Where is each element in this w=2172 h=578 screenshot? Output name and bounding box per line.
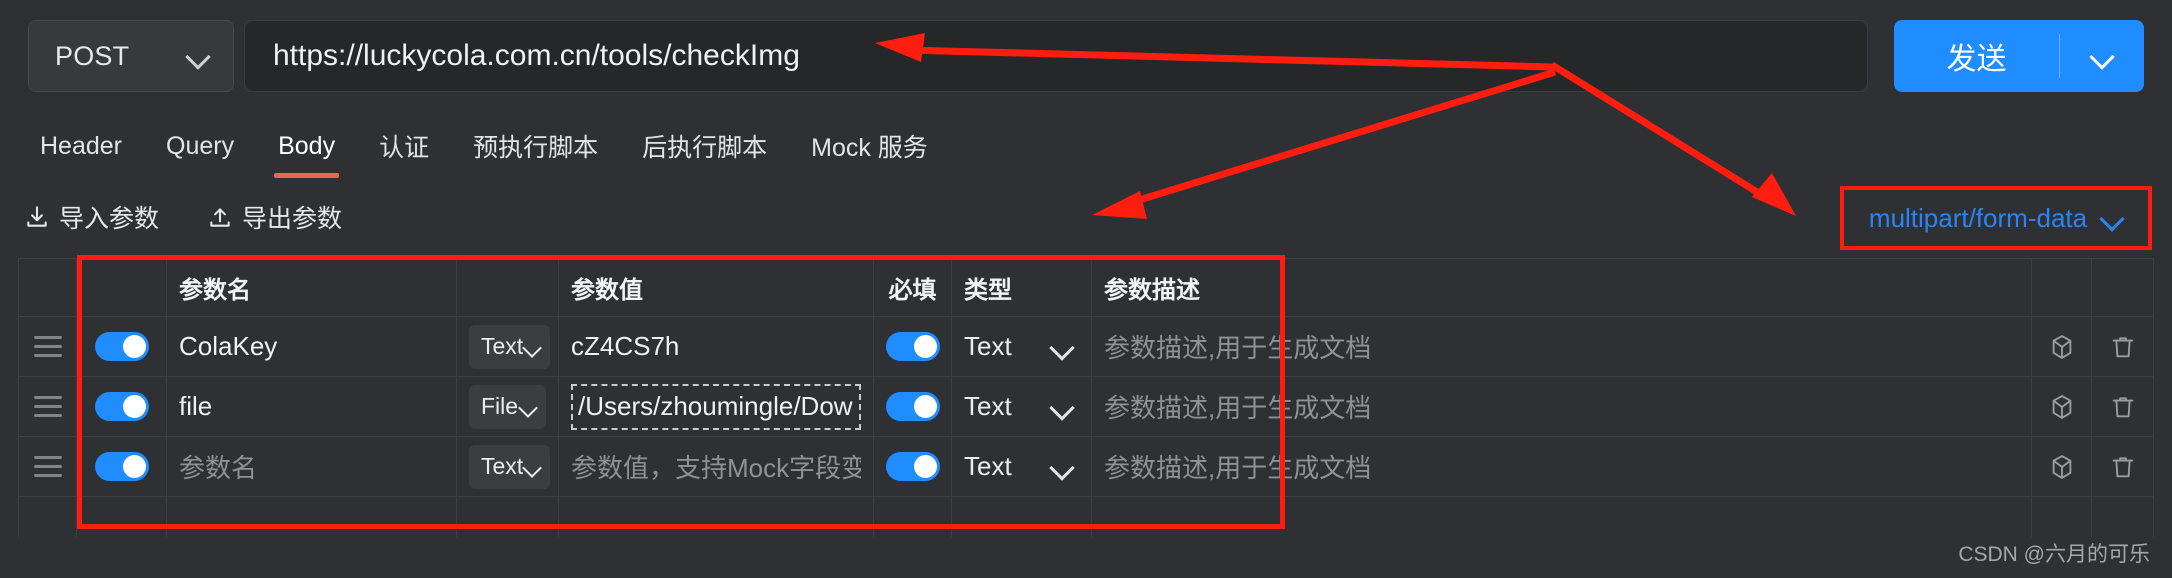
header-drag-cell bbox=[19, 259, 77, 316]
tab-pre-script[interactable]: 预执行脚本 bbox=[451, 112, 620, 180]
drag-handle-icon bbox=[33, 396, 62, 417]
url-input[interactable]: https://luckycola.com.cn/tools/checkImg bbox=[244, 20, 1868, 92]
trash-icon bbox=[2112, 456, 2133, 477]
trash-icon bbox=[2112, 396, 2133, 417]
import-params-label: 导入参数 bbox=[59, 205, 160, 233]
row-delete-button[interactable] bbox=[2092, 377, 2154, 436]
row-delete-button[interactable] bbox=[2092, 437, 2154, 496]
tab-mock-service[interactable]: Mock 服务 bbox=[789, 112, 950, 180]
export-params-label: 导出参数 bbox=[242, 205, 343, 233]
content-type-select[interactable]: multipart/form-data bbox=[1869, 203, 2123, 234]
tab-label: Query bbox=[166, 131, 235, 160]
footer-cube-cell bbox=[2032, 497, 2092, 537]
footer-delete-cell bbox=[2092, 497, 2154, 537]
footer-drag-cell bbox=[19, 497, 77, 537]
download-icon bbox=[27, 206, 47, 227]
cube-icon bbox=[2052, 394, 2071, 419]
row-drag-handle[interactable] bbox=[19, 437, 77, 496]
tab-label: Mock 服务 bbox=[811, 134, 928, 162]
upload-icon bbox=[210, 208, 230, 227]
request-tabs: Header Query Body 认证 预执行脚本 后执行脚本 Mock 服务 bbox=[0, 112, 2172, 180]
drag-handle-icon bbox=[33, 336, 62, 357]
row-cube-button[interactable] bbox=[2032, 317, 2092, 376]
chevron-down-icon bbox=[2091, 45, 2113, 67]
trash-icon bbox=[2112, 336, 2133, 357]
tab-header[interactable]: Header bbox=[18, 112, 144, 180]
annotation-rect-params-table bbox=[77, 255, 1285, 529]
header-delete-cell bbox=[2092, 259, 2154, 316]
drag-handle-icon bbox=[33, 456, 62, 477]
tab-label: 认证 bbox=[379, 134, 430, 162]
export-params-button[interactable]: 导出参数 bbox=[207, 199, 342, 235]
import-params-button[interactable]: 导入参数 bbox=[24, 199, 159, 235]
row-cube-button[interactable] bbox=[2032, 377, 2092, 436]
tab-label: 预执行脚本 bbox=[473, 134, 599, 162]
tab-query[interactable]: Query bbox=[144, 112, 256, 180]
tab-body[interactable]: Body bbox=[256, 112, 357, 180]
http-method-value: POST bbox=[55, 40, 130, 71]
cube-icon bbox=[2052, 334, 2071, 359]
tab-label: Header bbox=[40, 131, 122, 160]
api-request-builder: POST https://luckycola.com.cn/tools/chec… bbox=[0, 0, 2172, 578]
http-method-select[interactable]: POST bbox=[28, 20, 234, 92]
send-button[interactable]: 发送 bbox=[1894, 20, 2059, 92]
watermark: CSDN @六月的可乐 bbox=[1958, 543, 2150, 566]
tab-auth[interactable]: 认证 bbox=[357, 112, 451, 180]
request-top-bar: POST https://luckycola.com.cn/tools/chec… bbox=[0, 0, 2172, 112]
content-type-value: multipart/form-data bbox=[1868, 202, 2088, 233]
tab-label: 后执行脚本 bbox=[642, 134, 768, 162]
header-cube-cell bbox=[2032, 259, 2092, 316]
row-delete-button[interactable] bbox=[2092, 317, 2154, 376]
chevron-down-icon bbox=[2101, 207, 2123, 229]
content-type-highlight: multipart/form-data bbox=[1840, 186, 2152, 250]
tab-post-script[interactable]: 后执行脚本 bbox=[620, 112, 789, 180]
send-options-button[interactable] bbox=[2060, 20, 2144, 92]
row-drag-handle[interactable] bbox=[19, 317, 77, 376]
row-drag-handle[interactable] bbox=[19, 377, 77, 436]
send-button-group[interactable]: 发送 bbox=[1894, 20, 2144, 92]
row-cube-button[interactable] bbox=[2032, 437, 2092, 496]
cube-icon bbox=[2052, 454, 2071, 479]
tab-label: Body bbox=[278, 131, 336, 160]
url-value: https://luckycola.com.cn/tools/checkImg bbox=[273, 39, 800, 72]
chevron-down-icon bbox=[187, 45, 209, 67]
